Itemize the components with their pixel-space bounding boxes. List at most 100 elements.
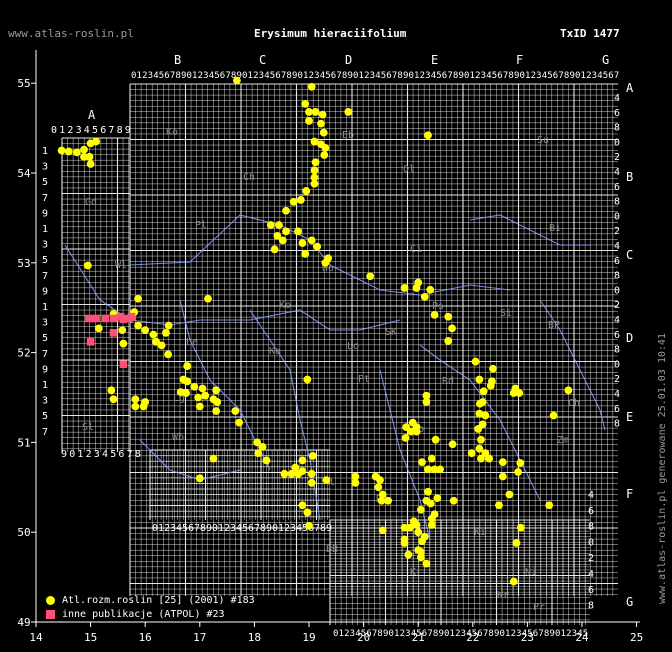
- atlas-point: [422, 496, 431, 505]
- west-top-digit: 9: [125, 125, 131, 136]
- atlas-point: [431, 435, 440, 444]
- atlas-point: [282, 206, 290, 215]
- right-digit: 0: [614, 211, 620, 222]
- atlas-point: [57, 146, 66, 155]
- left-digit: 7: [42, 193, 48, 204]
- atlas-point: [213, 398, 222, 406]
- region-label: Kr: [410, 567, 422, 578]
- region-label: Rd: [442, 376, 454, 387]
- region-label: Zm: [557, 435, 569, 446]
- atlas-point: [564, 386, 573, 395]
- left-digit: 3: [42, 318, 48, 329]
- west-bottom-digit: 8: [135, 449, 141, 460]
- region-label: BP: [548, 320, 560, 331]
- grid-west: [61, 137, 130, 452]
- atlas-point: [176, 388, 185, 397]
- region-label: Ko: [279, 300, 291, 311]
- atlas-point: [305, 522, 313, 530]
- atlas-point: [183, 377, 192, 386]
- atlas-point: [424, 131, 432, 140]
- x-tick-label: 16: [139, 631, 152, 644]
- west-bottom-digit: 2: [86, 449, 92, 460]
- generated-credit: www.atlas-roslin.pl generowane 25.01.03 …: [657, 333, 668, 604]
- right-lower-digit: 4: [588, 569, 594, 580]
- atlas-point: [320, 151, 329, 159]
- right-digit: 8: [614, 123, 620, 134]
- x-tick-label: 17: [193, 631, 206, 644]
- grid-main: [129, 83, 618, 596]
- atlas-point: [303, 508, 312, 517]
- atlas-point: [514, 468, 523, 476]
- atlas-point: [321, 143, 330, 152]
- atlas-point: [307, 82, 316, 91]
- atlas-point: [486, 381, 495, 390]
- right-lower-digit: 6: [588, 585, 594, 596]
- atlas-point: [303, 375, 312, 384]
- atlas-point: [475, 375, 484, 384]
- left-digit: 1: [42, 380, 48, 391]
- right-digit: 8: [614, 419, 620, 430]
- right-digit: 6: [614, 182, 620, 193]
- atlas-point: [478, 420, 487, 429]
- west-bottom-digit: 0: [69, 449, 75, 460]
- left-digit: 3: [42, 396, 48, 407]
- atlas-point: [118, 326, 127, 335]
- atlas-point: [477, 435, 485, 444]
- atlas-point: [467, 449, 476, 458]
- atlas-point: [294, 227, 302, 236]
- atlas-point: [366, 272, 375, 281]
- x-tick-label: 21: [412, 631, 425, 644]
- region-label: Pt: [358, 374, 370, 385]
- atlas-point: [131, 395, 140, 404]
- right-digit: 4: [614, 315, 620, 326]
- other-publication-point: [109, 329, 118, 337]
- region-label: Ko: [166, 127, 178, 138]
- atlas-point: [83, 261, 92, 270]
- west-top-digit: 6: [100, 125, 106, 136]
- atlas-point: [254, 449, 263, 458]
- atlas-point: [478, 398, 487, 406]
- x-tick-label: 19: [302, 631, 315, 644]
- atlas-point: [209, 454, 218, 463]
- other-publication-point: [92, 314, 100, 323]
- atlas-point: [449, 496, 458, 505]
- atlas-point: [377, 496, 386, 505]
- atlas-point: [195, 474, 204, 483]
- region-label: Si: [500, 308, 512, 319]
- atlas-point: [141, 326, 150, 335]
- atlas-point: [378, 526, 387, 535]
- right-lower-digit: 8: [588, 522, 594, 533]
- right-lower-digit: 4: [588, 490, 594, 501]
- y-tick-label: 51: [17, 436, 30, 449]
- atlas-point: [152, 337, 161, 346]
- column-letter-E: E: [431, 53, 438, 67]
- region-label: Ch: [243, 172, 255, 183]
- atlas-point: [92, 137, 100, 146]
- atlas-point: [190, 382, 199, 391]
- right-digit: 4: [614, 167, 620, 178]
- left-digit: 3: [42, 162, 48, 173]
- atlas-point: [204, 294, 212, 303]
- atlas-point: [275, 221, 283, 229]
- region-label: Kr: [497, 590, 509, 601]
- y-tick-label: 53: [17, 257, 30, 270]
- atlas-point: [258, 442, 267, 451]
- y-tick-label: 52: [17, 347, 30, 360]
- region-label: Ki: [474, 527, 486, 538]
- atlas-point: [308, 451, 317, 460]
- site-url[interactable]: www.atlas-roslin.pl: [8, 27, 134, 40]
- region-label: Ch: [568, 398, 580, 409]
- atlas-point: [307, 469, 316, 478]
- atlas-point: [400, 284, 409, 292]
- atlas-point: [448, 324, 456, 333]
- y-tick-label: 54: [17, 167, 31, 180]
- row-letter-D: D: [626, 331, 633, 345]
- region-label: Su: [537, 135, 549, 146]
- left-digit: 7: [42, 349, 48, 360]
- atlas-point: [289, 197, 298, 206]
- atlas-point: [294, 469, 302, 478]
- taxon-id: TxID 1477: [560, 27, 620, 40]
- atlas-point: [310, 166, 319, 175]
- right-digit: 2: [614, 152, 620, 163]
- atlas-point: [509, 577, 518, 586]
